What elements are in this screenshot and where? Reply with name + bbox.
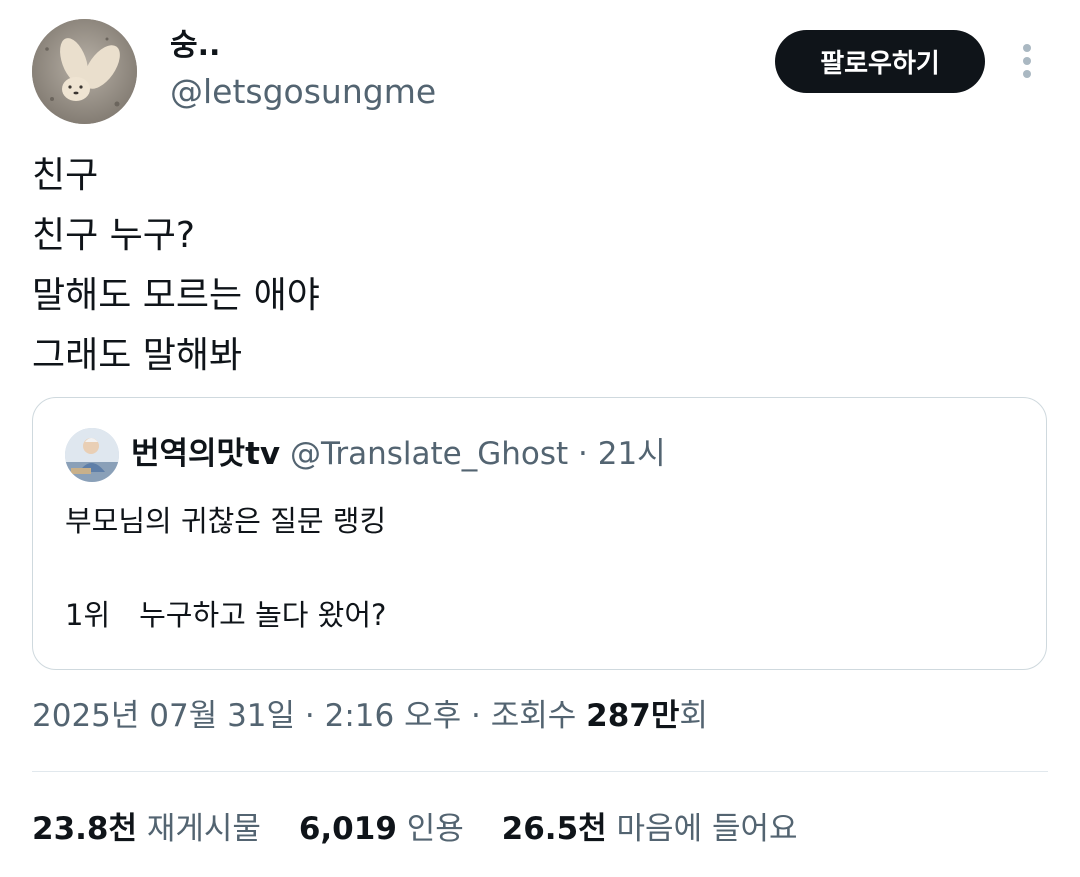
avatar-image [32, 19, 137, 124]
views-count: 287만 [586, 698, 680, 734]
meta-separator: · [461, 698, 491, 734]
author-handle[interactable]: @letsgosungme [170, 72, 436, 112]
quoted-tweet-text-line: 부모님의 귀찮은 질문 랭킹 [65, 504, 387, 538]
divider [32, 771, 1048, 772]
more-options-button[interactable] [1012, 42, 1042, 82]
tweet-text-line: 그래도 말해봐 [32, 335, 243, 376]
tweet-time[interactable]: 2:16 오후 [325, 698, 462, 734]
views-label: 조회수 [490, 698, 587, 734]
more-vertical-icon [1023, 44, 1031, 78]
author-avatar[interactable] [32, 19, 137, 124]
meta-separator: · [568, 436, 598, 472]
views-suffix: 회 [679, 698, 708, 734]
retweets-stat[interactable]: 23.8천 재게시물 [32, 808, 261, 850]
likes-stat[interactable]: 26.5천 마음에 들어요 [502, 808, 798, 850]
quoted-tweet-text-line: 1위 누구하고 놀다 왔어? [65, 598, 387, 632]
tweet-text-line: 말해도 모르는 애야 [32, 275, 320, 316]
meta-separator: · [295, 698, 325, 734]
quoted-author-avatar [65, 428, 119, 482]
likes-label: 마음에 들어요 [616, 811, 798, 847]
follow-button[interactable]: 팔로우하기 [775, 30, 985, 93]
quoted-avatar-image [65, 428, 119, 482]
tweet-text: 친구 친구 누구? 말해도 모르는 애야 그래도 말해봐 [32, 146, 1042, 386]
quoted-tweet-header: 번역의맛tv @Translate_Ghost · 21시 [131, 434, 666, 474]
tweet-text-line: 친구 누구? [32, 215, 196, 256]
quotes-stat[interactable]: 6,019 인용 [299, 808, 464, 850]
tweet-date[interactable]: 2025년 07월 31일 [32, 698, 295, 734]
quoted-tweet-card[interactable]: 번역의맛tv @Translate_Ghost · 21시 부모님의 귀찮은 질… [32, 397, 1047, 670]
retweets-count: 23.8천 [32, 811, 138, 847]
tweet-text-line: 친구 [32, 155, 99, 196]
quoted-author-name[interactable]: 번역의맛tv [131, 436, 280, 472]
likes-count: 26.5천 [501, 811, 607, 847]
quotes-count: 6,019 [298, 811, 397, 847]
engagement-stats: 23.8천 재게시물 6,019 인용 26.5천 마음에 들어요 [32, 808, 826, 850]
quoted-tweet-time[interactable]: 21시 [598, 436, 666, 472]
quoted-author-handle[interactable]: @Translate_Ghost [290, 436, 568, 472]
quotes-label: 인용 [406, 811, 464, 847]
author-display-name[interactable]: 숭.. [170, 28, 220, 64]
tweet-timestamp: 2025년 07월 31일 · 2:16 오후 · 조회수 287만회 [32, 695, 708, 737]
retweets-label: 재게시물 [146, 811, 261, 847]
